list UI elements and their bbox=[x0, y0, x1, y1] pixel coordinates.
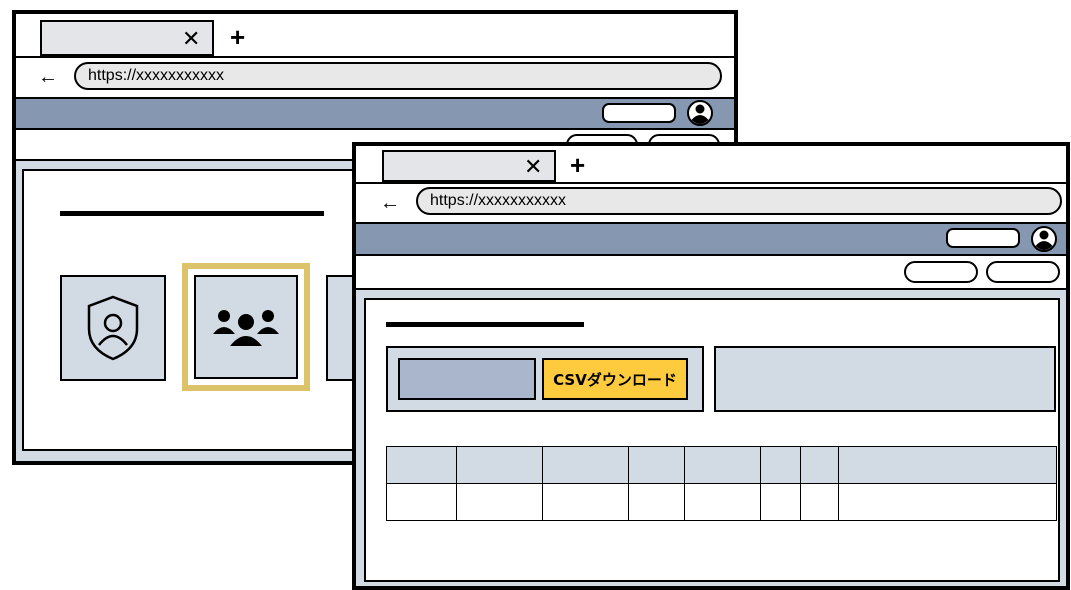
table-header-cell bbox=[760, 446, 801, 484]
back-arrow-icon[interactable]: ← bbox=[38, 67, 58, 87]
table-header-cell bbox=[542, 446, 629, 484]
user-avatar-icon[interactable] bbox=[686, 99, 714, 127]
data-table bbox=[386, 446, 1057, 521]
table-header-cell bbox=[628, 446, 685, 484]
content-area: CSVダウンロード bbox=[356, 290, 1066, 586]
table-header-cell bbox=[456, 446, 543, 484]
app-header bbox=[356, 224, 1066, 256]
toolbar bbox=[356, 256, 1066, 290]
table-cell bbox=[542, 483, 629, 521]
toolbar-button-1[interactable] bbox=[904, 261, 978, 283]
table-cell bbox=[800, 483, 839, 521]
filter-group: CSVダウンロード bbox=[386, 346, 704, 412]
users-group-icon bbox=[213, 310, 279, 346]
table-header-cell bbox=[838, 446, 1057, 484]
url-field[interactable]: https://xxxxxxxxxxx bbox=[74, 62, 722, 90]
info-box bbox=[714, 346, 1056, 412]
close-icon[interactable]: ✕ bbox=[524, 156, 542, 178]
table-row[interactable] bbox=[386, 483, 1057, 521]
table-header-cell bbox=[800, 446, 839, 484]
table-cell bbox=[386, 483, 457, 521]
back-arrow-icon[interactable]: ← bbox=[380, 193, 400, 213]
table-header-row bbox=[386, 446, 1057, 484]
users-group-card[interactable] bbox=[194, 275, 298, 379]
toolbar-button-2[interactable] bbox=[986, 261, 1060, 283]
tab-bar: ✕ + bbox=[356, 146, 1066, 184]
url-field[interactable]: https://xxxxxxxxxxx bbox=[416, 187, 1062, 215]
filter-input[interactable] bbox=[398, 358, 536, 400]
browser-tab[interactable]: ✕ bbox=[382, 150, 556, 182]
new-tab-icon[interactable]: + bbox=[570, 152, 585, 178]
header-button[interactable] bbox=[602, 103, 676, 123]
csv-download-button[interactable]: CSVダウンロード bbox=[542, 358, 688, 400]
shield-user-card[interactable] bbox=[60, 275, 166, 381]
address-bar: ← https://xxxxxxxxxxx bbox=[356, 184, 1066, 224]
user-avatar-icon[interactable] bbox=[1030, 225, 1058, 253]
table-cell bbox=[628, 483, 685, 521]
table-cell bbox=[456, 483, 543, 521]
address-bar: ← https://xxxxxxxxxxx bbox=[16, 58, 734, 99]
selected-card-frame bbox=[182, 263, 310, 391]
shield-user-icon bbox=[87, 295, 139, 361]
page-title bbox=[386, 322, 584, 327]
browser-tab[interactable]: ✕ bbox=[40, 20, 214, 56]
close-icon[interactable]: ✕ bbox=[182, 28, 200, 50]
table-cell bbox=[684, 483, 761, 521]
tab-bar: ✕ + bbox=[16, 14, 734, 58]
table-header-cell bbox=[386, 446, 457, 484]
main-panel: CSVダウンロード bbox=[364, 298, 1060, 582]
app-header bbox=[16, 99, 734, 130]
page-title bbox=[60, 211, 324, 216]
table-cell bbox=[760, 483, 801, 521]
table-cell bbox=[838, 483, 1057, 521]
table-header-cell bbox=[684, 446, 761, 484]
header-button[interactable] bbox=[946, 228, 1020, 248]
new-tab-icon[interactable]: + bbox=[230, 24, 245, 50]
browser-window-front: ✕ + ← https://xxxxxxxxxxx CSVダウンロード bbox=[352, 142, 1070, 590]
